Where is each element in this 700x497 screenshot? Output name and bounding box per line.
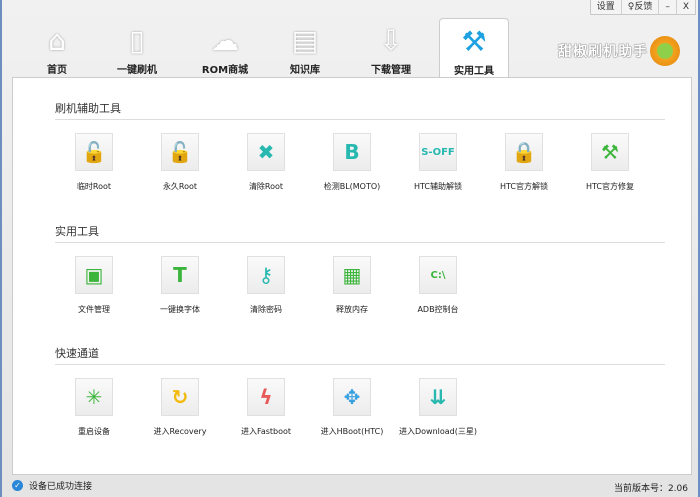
tool-button[interactable]: ▣ 文件管理 bbox=[51, 256, 137, 315]
download-mode-icon: ⇊ bbox=[419, 378, 457, 416]
tool-button[interactable]: ✖ 清除Root bbox=[223, 133, 309, 192]
tab-cloud-download[interactable]: ☁ ROM商城 bbox=[190, 22, 260, 77]
tool-button[interactable]: ✥ 进入HBoot(HTC) bbox=[309, 378, 395, 437]
tool-label: 临时Root bbox=[76, 182, 112, 191]
settings-button[interactable]: 设置 bbox=[591, 0, 621, 14]
tool-label: 进入HBoot(HTC) bbox=[320, 427, 384, 436]
tool-label: 文件管理 bbox=[78, 305, 110, 314]
tool-button[interactable]: 🔓 永久Root bbox=[137, 133, 223, 192]
tab-label: 知识库 bbox=[290, 65, 320, 76]
key-icon: ⚷ bbox=[247, 256, 285, 294]
tab-home[interactable]: ⌂ 首页 bbox=[22, 22, 92, 77]
tool-label: 清除Root bbox=[248, 182, 284, 191]
version-label: 当前版本号：2.06 bbox=[613, 484, 688, 494]
tab-label: 首页 bbox=[47, 65, 67, 76]
tools-panel: 刷机辅助工具 🔓 临时Root 🔓 永久Root ✖ 清除Root B 检测BL(MOTO) S-… bbox=[12, 77, 692, 475]
unlock-icon: 🔓 bbox=[75, 133, 113, 171]
font-icon: T bbox=[161, 256, 199, 294]
app-window: 设置 ♀反馈 – X ⌂ 首页 ▯ 一键刷机 ☁ ROM商城 ▤ 知识库 ⇩ 下载管理 ⚒ 实用工具 … bbox=[0, 0, 700, 497]
s-off-icon: S-OFF bbox=[419, 133, 457, 171]
tab-tools[interactable]: ⚒ 实用工具 bbox=[439, 18, 509, 78]
tool-button[interactable]: ϟ 进入Fastboot bbox=[223, 378, 309, 437]
tool-button[interactable]: ✳ 重启设备 bbox=[51, 378, 137, 437]
tool-button[interactable]: S-OFF HTC辅助解锁 bbox=[395, 133, 481, 192]
unlock-icon: 🔓 bbox=[161, 133, 199, 171]
window-controls: 设置 ♀反馈 – X bbox=[589, 0, 696, 15]
tab-phone-flash[interactable]: ▯ 一键刷机 bbox=[102, 22, 172, 77]
restart-icon: ✳ bbox=[75, 378, 113, 416]
tool-button[interactable]: ⇊ 进入Download(三星) bbox=[395, 378, 481, 437]
tool-label: HTC官方解锁 bbox=[499, 182, 549, 191]
tool-button[interactable]: 🔓 临时Root bbox=[51, 133, 137, 192]
tab-label: 实用工具 bbox=[454, 66, 494, 77]
tool-button[interactable]: T 一键换字体 bbox=[137, 256, 223, 315]
document-icon: ▤ bbox=[291, 23, 319, 57]
tool-button[interactable]: ⚒ HTC官方修复 bbox=[567, 133, 653, 192]
cloud-download-icon: ☁ bbox=[211, 23, 239, 57]
tool-label: 释放内存 bbox=[336, 305, 368, 314]
home-icon: ⌂ bbox=[48, 23, 66, 57]
tool-label: 一键换字体 bbox=[160, 305, 200, 314]
tool-label: 进入Recovery bbox=[153, 427, 207, 436]
tool-button[interactable]: ⚷ 清除密码 bbox=[223, 256, 309, 315]
tool-label: 进入Download(三星) bbox=[398, 427, 477, 436]
b-letter-icon: B bbox=[333, 133, 371, 171]
app-logo: 甜椒刷机助手 bbox=[558, 36, 680, 66]
section-title: 刷机辅助工具 bbox=[55, 100, 665, 120]
connection-status: ✓ 设备已成功连接 bbox=[12, 479, 92, 492]
tool-button[interactable]: ▦ 释放内存 bbox=[309, 256, 395, 315]
pepper-logo-icon bbox=[650, 36, 680, 66]
lock-icon: 🔒 bbox=[505, 133, 543, 171]
tab-label: 一键刷机 bbox=[117, 65, 157, 76]
recovery-icon: ↻ bbox=[161, 378, 199, 416]
tool-label: ADB控制台 bbox=[417, 305, 459, 314]
tool-label: HTC辅助解锁 bbox=[413, 182, 463, 191]
tab-label: ROM商城 bbox=[201, 65, 249, 76]
feedback-button[interactable]: ♀反馈 bbox=[620, 0, 659, 14]
check-icon: ✓ bbox=[12, 480, 23, 491]
tool-label: 清除密码 bbox=[250, 305, 282, 314]
tool-label: 检测BL(MOTO) bbox=[323, 182, 381, 191]
tool-button[interactable]: C:\ ADB控制台 bbox=[395, 256, 481, 315]
section-title: 实用工具 bbox=[55, 223, 665, 243]
android-clear-icon: ✖ bbox=[247, 133, 285, 171]
folder-icon: ▣ bbox=[75, 256, 113, 294]
tab-download[interactable]: ⇩ 下载管理 bbox=[356, 22, 426, 77]
tool-label: 永久Root bbox=[162, 182, 198, 191]
tool-label: HTC官方修复 bbox=[585, 182, 635, 191]
download-icon: ⇩ bbox=[379, 23, 403, 57]
section-title: 快速通道 bbox=[55, 345, 665, 365]
tool-label: 重启设备 bbox=[78, 427, 110, 436]
status-text: 设备已成功连接 bbox=[29, 482, 93, 492]
tool-button[interactable]: 🔒 HTC官方解锁 bbox=[481, 133, 567, 192]
console-icon: C:\ bbox=[419, 256, 457, 294]
tool-button[interactable]: B 检测BL(MOTO) bbox=[309, 133, 395, 192]
minimize-button[interactable]: – bbox=[658, 0, 676, 14]
hammer-icon: ⚒ bbox=[591, 133, 629, 171]
tool-label: 进入Fastboot bbox=[240, 427, 292, 436]
fastboot-icon: ϟ bbox=[247, 378, 285, 416]
phone-flash-icon: ▯ bbox=[129, 23, 145, 57]
tab-label: 下载管理 bbox=[371, 65, 411, 76]
tool-button[interactable]: ↻ 进入Recovery bbox=[137, 378, 223, 437]
tab-document[interactable]: ▤ 知识库 bbox=[270, 22, 340, 77]
logo-text: 甜椒刷机助手 bbox=[558, 44, 648, 60]
close-button[interactable]: X bbox=[675, 0, 695, 14]
memory-icon: ▦ bbox=[333, 256, 371, 294]
tools-icon: ⚒ bbox=[461, 24, 487, 58]
hboot-icon: ✥ bbox=[333, 378, 371, 416]
